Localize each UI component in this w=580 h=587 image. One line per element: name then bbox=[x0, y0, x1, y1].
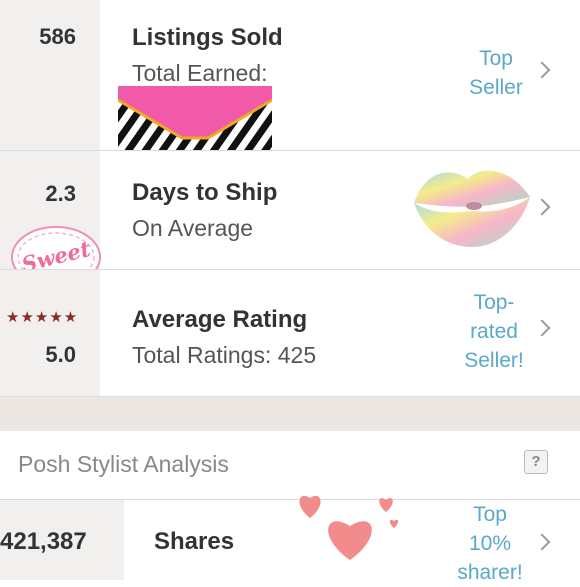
average-rating-value: 5.0 bbox=[45, 342, 76, 367]
chevron-right-icon bbox=[533, 198, 551, 216]
total-earned-label: Total Earned: bbox=[132, 60, 268, 86]
rainbow-lips-image bbox=[410, 157, 534, 253]
days-to-ship-value: 2.3 bbox=[45, 181, 76, 206]
chevron-right-icon bbox=[533, 533, 551, 551]
total-ratings-label: Total Ratings: 425 bbox=[132, 342, 317, 368]
days-to-ship-title: Days to Ship bbox=[132, 179, 278, 206]
listings-count: 586 bbox=[39, 24, 76, 49]
listings-title: Listings Sold bbox=[132, 24, 283, 51]
days-to-ship-row[interactable]: 2.3 Days to Ship On Average Sweet bbox=[0, 151, 580, 296]
stylist-analysis-title: Posh Stylist Analysis bbox=[18, 451, 229, 477]
shares-row[interactable]: 421,387 Shares Top 10% sharer! bbox=[0, 495, 580, 584]
top-seller-badge: Top Seller bbox=[469, 47, 523, 99]
shares-count: 421,387 bbox=[0, 528, 87, 555]
chevron-right-icon bbox=[533, 319, 551, 337]
section-separator bbox=[0, 396, 580, 432]
left-column bbox=[0, 0, 100, 150]
rating-stars: ★★★★★ bbox=[6, 309, 79, 326]
listings-sold-row[interactable]: 586 Listings Sold Total Earned: Top Sell… bbox=[0, 0, 580, 166]
top-rated-seller-badge: Top- rated Seller! bbox=[464, 291, 524, 372]
hearts-sticker bbox=[290, 486, 404, 566]
top-sharer-badge: Top 10% sharer! bbox=[457, 503, 523, 584]
chevron-right-icon bbox=[533, 61, 551, 79]
on-average-label: On Average bbox=[132, 215, 254, 241]
shares-title: Shares bbox=[154, 528, 235, 555]
average-rating-title: Average Rating bbox=[132, 306, 308, 333]
average-rating-row[interactable]: ★★★★★ 5.0 Average Rating Total Ratings: … bbox=[0, 270, 580, 396]
left-column bbox=[0, 270, 100, 396]
help-button[interactable]: ? bbox=[524, 450, 548, 474]
